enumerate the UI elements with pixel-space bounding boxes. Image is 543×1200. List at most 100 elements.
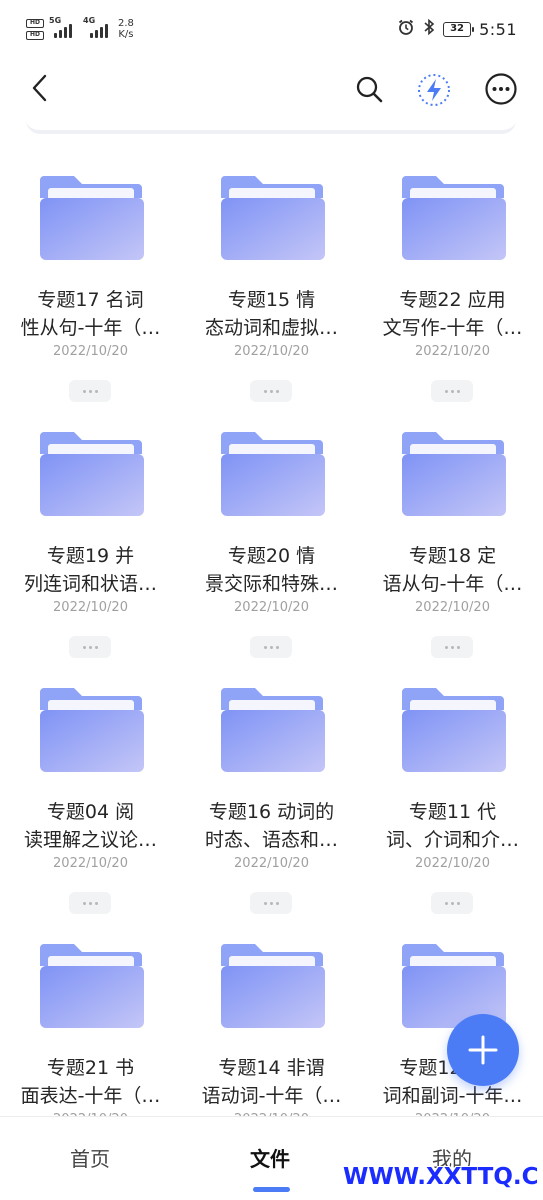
folder-more-button[interactable]: [431, 892, 473, 914]
folder-name-line2: 列连词和状语…: [23, 573, 157, 595]
folder-item[interactable]: 专题15 情态动词和虚拟… 2022/10/20: [181, 150, 362, 406]
dot-icon: [88, 645, 92, 649]
folder-icon[interactable]: [219, 942, 325, 1030]
more-options-button[interactable]: [482, 70, 520, 108]
folder-icon[interactable]: [38, 686, 144, 774]
folder-name-line1: 专题15 情: [227, 289, 316, 311]
battery-indicator: 32: [443, 21, 475, 37]
dot-icon: [444, 389, 448, 393]
folder-name: 专题16 动词的 时态、语态和…: [195, 798, 348, 854]
folder-name-line2: 语动词-十年（…: [201, 1085, 342, 1107]
folder-item[interactable]: 专题11 代词、介词和介… 2022/10/20: [362, 662, 543, 918]
dot-icon: [88, 901, 92, 905]
folder-icon[interactable]: [400, 430, 506, 518]
folder-icon[interactable]: [400, 686, 506, 774]
folder-date: 2022/10/20: [415, 600, 490, 615]
folder-name-line1: 专题22 应用: [399, 289, 506, 311]
folder-name-line2: 面表达-十年（…: [20, 1085, 161, 1107]
folder-date: 2022/10/20: [53, 856, 128, 871]
folder-item[interactable]: 专题04 阅读理解之议论… 2022/10/20: [0, 662, 181, 918]
folder-name-line2: 景交际和特殊…: [204, 573, 338, 595]
folder-icon[interactable]: [219, 686, 325, 774]
folder-name-line1: 专题04 阅: [46, 801, 135, 823]
back-button[interactable]: [22, 70, 58, 106]
dot-icon: [444, 901, 448, 905]
folder-name-line1: 专题19 并: [46, 545, 135, 567]
folder-item[interactable]: 专题19 并列连词和状语… 2022/10/20: [0, 406, 181, 662]
sim2-badge: HD: [26, 30, 44, 40]
dot-icon: [444, 645, 448, 649]
folder-name-line2: 读理解之议论…: [23, 829, 157, 851]
folder-more-button[interactable]: [250, 636, 292, 658]
folder-item[interactable]: 专题16 动词的 时态、语态和… 2022/10/20: [181, 662, 362, 918]
dot-icon: [275, 645, 279, 649]
search-icon: [356, 76, 383, 103]
folder-more-button[interactable]: [69, 636, 111, 658]
folder-name-line2: 时态、语态和…: [204, 829, 338, 851]
dot-icon: [94, 645, 98, 649]
dot-icon: [456, 389, 460, 393]
folder-icon[interactable]: [38, 942, 144, 1030]
lightning-icon: [418, 74, 450, 106]
signal1-tag: 5G: [49, 16, 62, 25]
folder-more-button[interactable]: [431, 380, 473, 402]
folder-name-line1: 专题16 动词的: [208, 801, 335, 823]
folder-name-line1: 专题21 书: [46, 1057, 135, 1079]
folder-name-line2: 态动词和虚拟…: [204, 317, 338, 339]
search-button[interactable]: [350, 70, 388, 108]
folder-more-button[interactable]: [431, 636, 473, 658]
folder-name-line2: 词和副词-十年…: [382, 1085, 523, 1107]
dot-icon: [275, 389, 279, 393]
status-time: 5:51: [479, 19, 517, 39]
folder-name: 专题14 非谓 语动词-十年（…: [195, 1054, 348, 1110]
network-speed: 2.8 K/s: [118, 18, 134, 40]
nav-files[interactable]: 文件: [250, 1143, 290, 1172]
folder-date: 2022/10/20: [234, 600, 309, 615]
signal2-tag: 4G: [83, 16, 96, 25]
dot-icon: [82, 645, 86, 649]
folder-icon[interactable]: [400, 174, 506, 262]
folder-icon[interactable]: [219, 174, 325, 262]
folder-more-button[interactable]: [250, 380, 292, 402]
folder-name: 专题19 并列连词和状语…: [14, 542, 167, 598]
dot-icon: [275, 901, 279, 905]
signal-4g-icon: 4G: [83, 16, 108, 38]
dot-icon: [263, 901, 267, 905]
folder-icon[interactable]: [38, 430, 144, 518]
dot-icon: [269, 901, 273, 905]
add-button[interactable]: [447, 1014, 519, 1086]
dot-icon: [88, 389, 92, 393]
folder-date: 2022/10/20: [415, 344, 490, 359]
chevron-left-icon: [32, 74, 47, 102]
plus-icon: [468, 1035, 498, 1065]
folder-item[interactable]: 专题22 应用 文写作-十年（… 2022/10/20: [362, 150, 543, 406]
folder-more-button[interactable]: [250, 892, 292, 914]
folder-name: 专题18 定语从句-十年（…: [376, 542, 529, 598]
folder-more-button[interactable]: [69, 892, 111, 914]
folder-icon[interactable]: [38, 174, 144, 262]
folder-name: 专题22 应用 文写作-十年（…: [376, 286, 529, 342]
folder-icon[interactable]: [219, 430, 325, 518]
folder-name: 专题20 情景交际和特殊…: [195, 542, 348, 598]
folder-item[interactable]: 专题18 定语从句-十年（… 2022/10/20: [362, 406, 543, 662]
folder-more-button[interactable]: [69, 380, 111, 402]
active-tab-indicator: [253, 1187, 290, 1192]
watermark: WWW.XXTTQ.COM: [343, 1164, 539, 1190]
folder-name-line1: 专题14 非谓: [218, 1057, 325, 1079]
dot-icon: [269, 389, 273, 393]
file-manager-screen: HD HD 5G 4G 2.8 K/s 32 5:51 专题17 名词 性从句-…: [0, 0, 543, 1200]
folder-item[interactable]: 专题17 名词 性从句-十年（… 2022/10/20: [0, 150, 181, 406]
folder-name: 专题11 代词、介词和介…: [376, 798, 529, 854]
top-app-bar: [0, 58, 543, 120]
nav-home[interactable]: 首页: [70, 1143, 110, 1172]
sim1-badge: HD: [26, 18, 44, 28]
folder-name-line1: 专题18 定: [408, 545, 497, 567]
net-speed-unit: K/s: [118, 29, 134, 40]
dot-icon: [450, 645, 454, 649]
alarm-icon: [397, 18, 415, 40]
quick-transfer-button[interactable]: [414, 70, 454, 110]
folder-item[interactable]: 专题20 情景交际和特殊… 2022/10/20: [181, 406, 362, 662]
sim-indicators: HD HD: [26, 18, 44, 40]
dot-icon: [263, 389, 267, 393]
folder-date: 2022/10/20: [234, 344, 309, 359]
